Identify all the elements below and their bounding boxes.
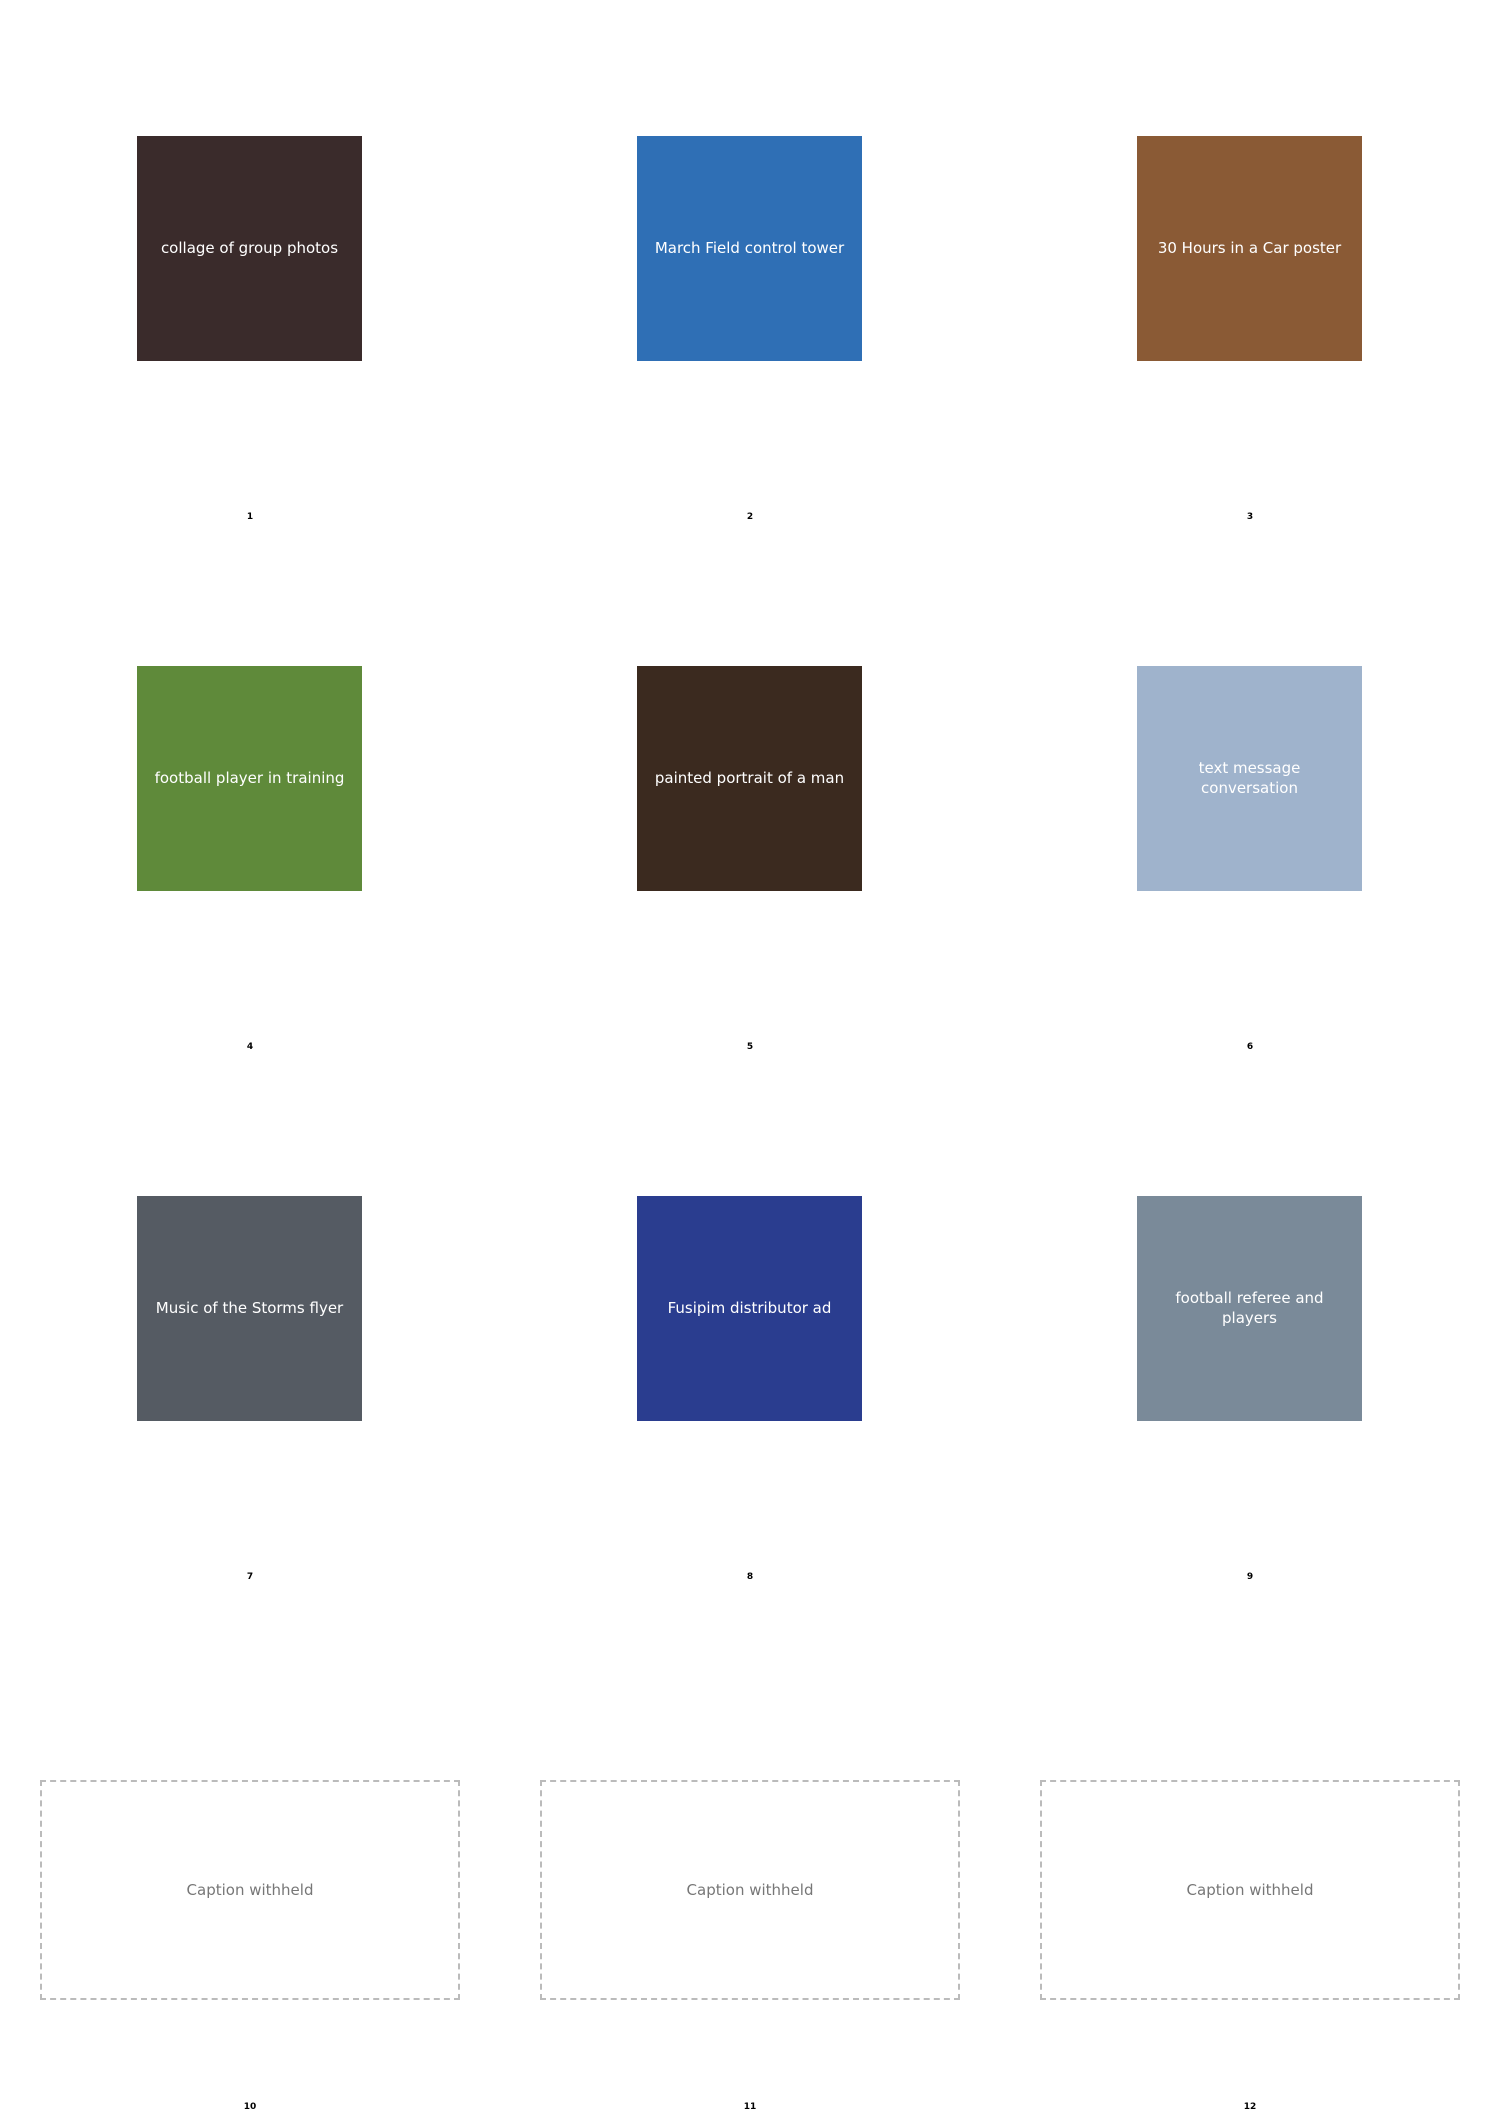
cell-number: 1 xyxy=(246,512,254,522)
thumbnail-image: collage of group photos xyxy=(137,136,362,361)
cell-number: 6 xyxy=(1246,1042,1254,1052)
grid-cell: painted portrait of a man 5 xyxy=(500,530,1000,1060)
grid-cell: Caption withheld 10 xyxy=(0,1590,500,2120)
thumbnail-image: football referee and players xyxy=(1137,1196,1362,1421)
grid-cell: football player in training 4 xyxy=(0,530,500,1060)
cell-number: 2 xyxy=(746,512,754,522)
withheld-caption: Caption withheld xyxy=(540,1780,960,2000)
thumbnail-image: 30 Hours in a Car poster xyxy=(1137,136,1362,361)
grid-cell: Caption withheld 11 xyxy=(500,1590,1000,2120)
grid-cell: Music of the Storms flyer 7 xyxy=(0,1060,500,1590)
thumbnail-image: text message conversation xyxy=(1137,666,1362,891)
thumbnail-image: March Field control tower xyxy=(637,136,862,361)
grid-cell: Caption withheld 12 xyxy=(1000,1590,1500,2120)
image-grid: collage of group photos 1 March Field con… xyxy=(0,0,1500,2120)
cell-number: 10 xyxy=(243,2102,257,2112)
grid-cell: collage of group photos 1 xyxy=(0,0,500,530)
cell-number: 7 xyxy=(246,1572,254,1582)
cell-number: 4 xyxy=(246,1042,254,1052)
cell-number: 8 xyxy=(746,1572,754,1582)
thumbnail-image: football player in training xyxy=(137,666,362,891)
cell-number: 12 xyxy=(1243,2102,1257,2112)
cell-number: 3 xyxy=(1246,512,1254,522)
cell-number: 11 xyxy=(743,2102,757,2112)
thumbnail-image: Fusipim distributor ad xyxy=(637,1196,862,1421)
grid-cell: 30 Hours in a Car poster 3 xyxy=(1000,0,1500,530)
withheld-caption: Caption withheld xyxy=(40,1780,460,2000)
cell-number: 5 xyxy=(746,1042,754,1052)
withheld-caption: Caption withheld xyxy=(1040,1780,1460,2000)
thumbnail-image: painted portrait of a man xyxy=(637,666,862,891)
grid-cell: Fusipim distributor ad 8 xyxy=(500,1060,1000,1590)
grid-cell: football referee and players 9 xyxy=(1000,1060,1500,1590)
cell-number: 9 xyxy=(1246,1572,1254,1582)
thumbnail-image: Music of the Storms flyer xyxy=(137,1196,362,1421)
grid-cell: March Field control tower 2 xyxy=(500,0,1000,530)
grid-cell: text message conversation 6 xyxy=(1000,530,1500,1060)
